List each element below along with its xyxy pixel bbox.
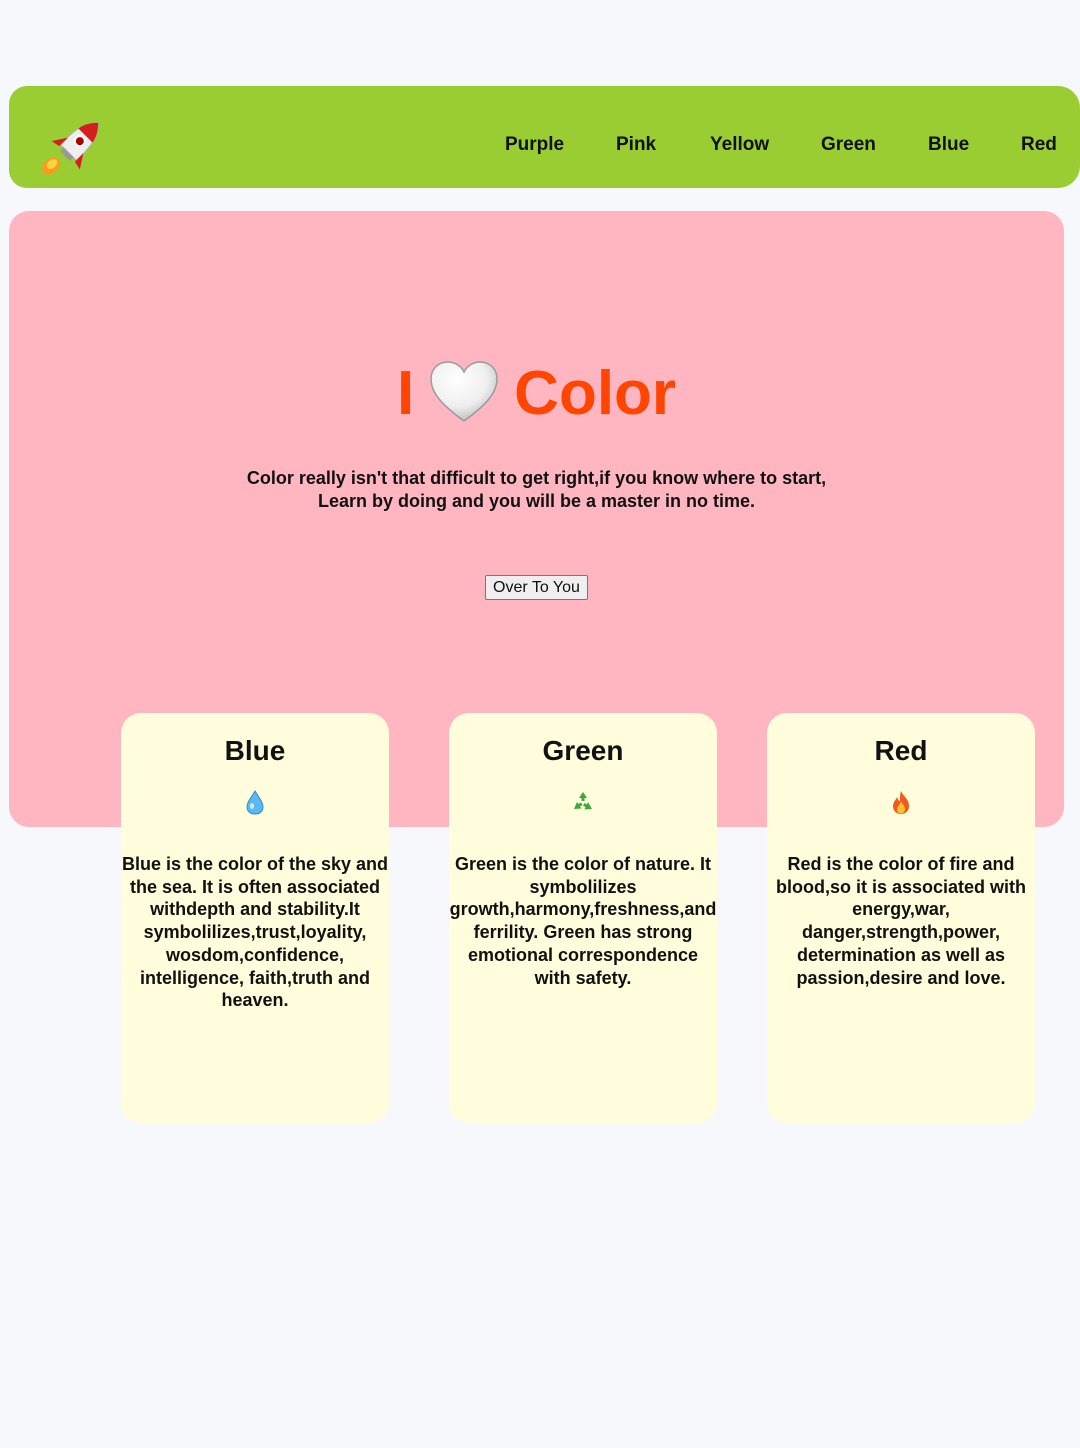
- card-red: Red Red is the color of fire and blood,s…: [767, 713, 1035, 1123]
- fire-icon: [893, 791, 909, 814]
- card-text-line: energy,war,: [852, 899, 950, 920]
- card-text-line: determination as well as: [796, 944, 1006, 965]
- card-text-line: growth,harmony,freshness,and: [449, 899, 717, 920]
- card-text-line: ferrility. Green has strong: [473, 922, 693, 943]
- card-text-line: emotional correspondence: [467, 944, 699, 965]
- card-text-line: intelligence, faith,truth and: [139, 967, 370, 988]
- card-text: Red is the color of fire and blood,so it…: [767, 853, 1035, 989]
- card-text-line: symbolilizes: [529, 876, 637, 897]
- card-text: Blue is the color of the sky and the sea…: [121, 853, 389, 1012]
- hero-description-line: Learn by doing and you will be a master …: [317, 491, 756, 511]
- card-title: Green: [542, 735, 624, 766]
- card-text: Green is the color of nature. It symboli…: [449, 853, 717, 989]
- card-text-line: wosdom,confidence,: [165, 944, 345, 965]
- card-title: Blue: [224, 735, 286, 766]
- hero-title: I Color: [9, 359, 1064, 431]
- card-blue: Blue Blue is the color of the sky and th…: [121, 713, 389, 1123]
- recycle-icon: [574, 792, 592, 810]
- card-green: Green Green is the color of nature. It s…: [449, 713, 717, 1123]
- card-text-line: blood,so it is associated with: [775, 876, 1027, 897]
- card-text-line: symbolilizes,trust,loyality,: [143, 922, 367, 943]
- nav-link-pink[interactable]: Pink: [616, 134, 656, 156]
- hero-title-right: Color: [514, 359, 677, 428]
- card-text-line: withdepth and stability.It: [150, 899, 360, 920]
- nav-links: Purple Pink Yellow Green Blue Red: [9, 134, 1080, 160]
- nav-link-yellow[interactable]: Yellow: [710, 134, 769, 156]
- card-text-line: with safety.: [534, 967, 632, 988]
- card-text-line: passion,desire and love.: [796, 967, 1006, 988]
- nav-link-purple[interactable]: Purple: [505, 134, 564, 156]
- nav-link-red[interactable]: Red: [1021, 134, 1057, 156]
- card-text-line: the sea. It is often associated: [129, 876, 381, 897]
- water-drop-icon: [246, 789, 264, 815]
- hero-description: Color really isn't that difficult to get…: [9, 467, 1064, 513]
- white-heart-icon: [430, 360, 498, 422]
- nav-link-blue[interactable]: Blue: [928, 134, 969, 156]
- over-to-you-button[interactable]: Over To You: [485, 575, 588, 600]
- hero-title-left: I: [396, 359, 415, 428]
- navbar: Purple Pink Yellow Green Blue Red: [9, 86, 1080, 188]
- hero-description-line: Color really isn't that difficult to get…: [246, 468, 827, 488]
- card-text-line: danger,strength,power,: [801, 922, 1001, 943]
- card-text-line: Green is the color of nature. It: [454, 854, 712, 874]
- card-text-line: heaven.: [221, 990, 289, 1011]
- card-text-line: Red is the color of fire and: [787, 854, 1015, 874]
- nav-link-green[interactable]: Green: [821, 134, 876, 156]
- card-title: Red: [874, 735, 928, 766]
- card-text-line: Blue is the color of the sky and: [121, 854, 389, 874]
